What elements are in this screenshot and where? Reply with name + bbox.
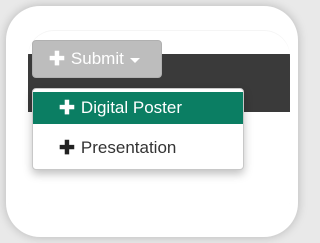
caret-down-icon: [129, 57, 140, 63]
submit-label: Submit: [70, 49, 124, 68]
plus-icon: ✚: [59, 97, 75, 119]
menu-item-digital-poster[interactable]: ✚ Digital Poster: [33, 92, 243, 124]
menu-item-presentation[interactable]: ✚ Presentation: [33, 132, 243, 164]
submit-dropdown-menu: ✚ Digital Poster ✚ Presentation: [32, 88, 244, 170]
plus-icon: ✚: [49, 48, 65, 70]
menu-item-label: Digital Poster: [80, 98, 183, 117]
menu-item-label: Presentation: [80, 138, 177, 157]
plus-icon: ✚: [59, 137, 75, 159]
submit-dropdown-button[interactable]: ✚ Submit: [32, 40, 162, 78]
